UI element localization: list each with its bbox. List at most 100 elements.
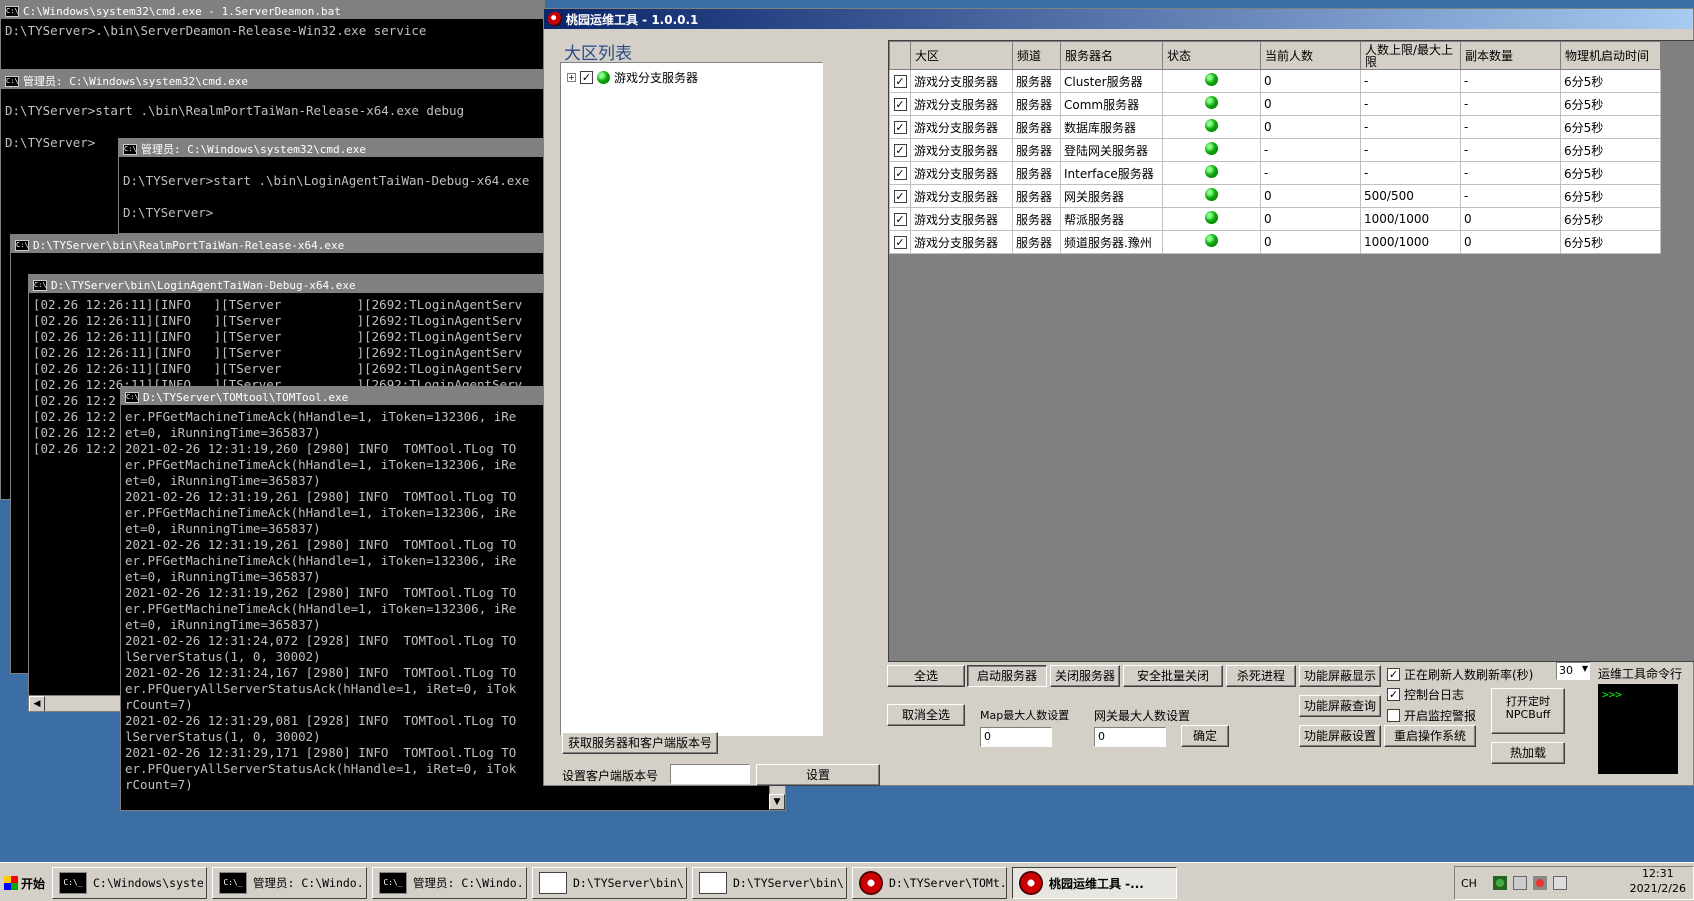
row-checkbox[interactable]: ✓ [889,184,911,208]
column-header[interactable]: 频道 [1012,41,1061,70]
column-header[interactable]: 当前人数 [1260,41,1361,70]
taskbar-item-cmd-1[interactable]: C:\_ C:\Windows\syste... [52,867,207,899]
confirm-button[interactable]: 确定 [1181,725,1229,747]
row-checkbox[interactable]: ✓ [889,230,911,254]
refresh-checkbox[interactable]: ✓ [1387,668,1400,681]
checkbox-icon[interactable]: ✓ [893,75,907,88]
cmd-window-1[interactable]: C:\ C:\Windows\system32\cmd.exe - 1.Serve… [0,0,545,70]
expand-icon[interactable]: + [567,73,576,82]
refresh-count-option[interactable]: ✓ 正在刷新人数刷新率(秒) [1387,666,1533,683]
chevron-down-icon[interactable]: ▼ [1582,664,1588,673]
scroll-down-icon[interactable]: ▼ [769,794,785,810]
cmd-window-5-titlebar[interactable]: C:\ D:\TYServer\bin\LoginAgentTaiWan-Debu… [29,275,544,293]
column-header[interactable]: 状态 [1162,41,1261,70]
row-checkbox[interactable]: ✓ [889,207,911,231]
channel-cell: 服务器 [1012,92,1061,116]
hot-load-button[interactable]: 热加载 [1491,742,1565,764]
tree-checkbox[interactable]: ✓ [580,71,593,84]
taskbar-item-realmport[interactable]: D:\TYServer\bin\... [532,867,687,899]
taskbar-item-cmd-2[interactable]: C:\_ 管理员: C:\Windo... [212,867,367,899]
taskbar-item-loginagent[interactable]: D:\TYServer\bin\... [692,867,847,899]
open-timer-npcbuff-button[interactable]: 打开定时 NPCBuff [1491,688,1565,734]
row-checkbox[interactable]: ✓ [889,161,911,185]
cmd-window-2-titlebar[interactable]: C:\ 管理员: C:\Windows\system32\cmd.exe [1,71,544,89]
start-server-button[interactable]: 启动服务器 [967,665,1047,687]
uptime-cell: 6分5秒 [1560,184,1661,208]
row-checkbox[interactable]: ✓ [889,115,911,139]
channel-cell: 服务器 [1012,115,1061,139]
checkbox-icon[interactable]: ✓ [893,190,907,203]
map-max-input[interactable]: 0 [980,727,1052,747]
column-header[interactable]: 副本数量 [1460,41,1561,70]
start-button[interactable]: 开始 [2,869,50,897]
restart-os-button[interactable]: 重启操作系统 [1384,725,1476,747]
column-header[interactable]: 大区 [910,41,1013,70]
table-row[interactable]: ✓ 游戏分支服务器 服务器 网关服务器 0 500/500-6分5秒 [889,184,1661,208]
checkbox-icon[interactable]: ✓ [893,121,907,134]
get-version-button[interactable]: 获取服务器和客户端版本号 [562,732,718,754]
checkbox-icon[interactable]: ✓ [893,98,907,111]
set-button[interactable]: 设置 [756,764,880,786]
clock[interactable]: 12:31 2021/2/26 [1630,866,1686,896]
column-header[interactable]: 物理机启动时间 [1560,41,1661,70]
limit-cell: - [1360,92,1461,116]
stop-server-button[interactable]: 关闭服务器 [1050,665,1120,687]
ops-tool-window[interactable]: 桃园运维工具 - 1.0.0.1 大区列表 + ✓ 游戏分支服务器 获取服务器和… [543,8,1694,786]
row-checkbox[interactable]: ✓ [889,69,911,93]
server-table[interactable]: 大区 频道 服务器名 状态 当前人数 人数上限/最大上限 副本数量 物理机启动时… [888,40,1694,662]
taskbar-item-cmd-3[interactable]: C:\_ 管理员: C:\Windo... [372,867,527,899]
feature-block-show-button[interactable]: 功能屏蔽显示 [1299,665,1381,687]
table-header: 大区 频道 服务器名 状态 当前人数 人数上限/最大上限 副本数量 物理机启动时… [889,41,1661,70]
network-icon[interactable] [1492,876,1507,890]
kill-process-button[interactable]: 杀死进程 [1226,665,1296,687]
server-name-cell: 数据库服务器 [1060,115,1163,139]
window-title: 桃园运维工具 - 1.0.0.1 [566,12,699,27]
tree-item[interactable]: + ✓ 游戏分支服务器 [567,69,698,86]
refresh-rate-select[interactable]: 30 ▼ [1556,662,1590,680]
column-header[interactable]: 人数上限/最大上限 [1360,41,1461,70]
feature-block-set-button[interactable]: 功能屏蔽设置 [1299,725,1381,747]
cmd-window-3-titlebar[interactable]: C:\ 管理员: C:\Windows\system32\cmd.exe [119,139,544,157]
feature-block-query-button[interactable]: 功能屏蔽查询 [1299,695,1381,717]
console-log-option[interactable]: ✓ 控制台日志 [1387,686,1464,703]
scroll-left-icon[interactable]: ◀ [29,696,45,711]
cmd-window-3[interactable]: C:\ 管理员: C:\Windows\system32\cmd.exe D:\T… [118,138,545,234]
checkbox-icon[interactable]: ✓ [893,236,907,249]
taskbar-item-ops-tool[interactable]: 桃园运维工具 -... [1012,867,1177,899]
cmd-window-1-titlebar[interactable]: C:\ C:\Windows\system32\cmd.exe - 1.Serve… [1,1,544,19]
table-row[interactable]: ✓ 游戏分支服务器 服务器 Interface服务器 - - -6分5秒 [889,161,1661,185]
taskbar-item-tomtool[interactable]: D:\TYServer\TOMt... [852,867,1007,899]
select-all-button[interactable]: 全选 [887,665,965,687]
column-header[interactable]: 服务器名 [1060,41,1163,70]
table-row[interactable]: ✓ 游戏分支服务器 服务器 频道服务器.豫州 0 1000/1000 0 6分5秒 [889,230,1661,254]
ops-console[interactable]: >>> [1598,684,1678,774]
cancel-select-all-button[interactable]: 取消全选 [887,704,965,726]
checkbox-icon[interactable]: ✓ [893,144,907,157]
copies-cell: 0 [1460,230,1561,254]
windows-logo-icon [4,876,18,890]
safe-batch-close-button[interactable]: 安全批量关闭 [1123,665,1223,687]
table-row[interactable]: ✓ 游戏分支服务器 服务器 帮派服务器 0 1000/1000 0 6分5秒 [889,207,1661,231]
table-row[interactable]: ✓ 游戏分支服务器 服务器 Comm服务器 0- -6分5秒 [889,92,1661,116]
monitor-alarm-option[interactable]: 开启监控警报 [1387,707,1476,724]
console-log-checkbox[interactable]: ✓ [1387,688,1400,701]
cmd-window-4-titlebar[interactable]: C:\ D:\TYServer\bin\RealmPortTaiWan-Relea… [11,235,544,253]
warning-icon[interactable] [1532,876,1547,890]
gateway-max-input[interactable]: 0 [1094,727,1166,747]
table-row[interactable]: ✓ 游戏分支服务器 服务器 数据库服务器 0- -6分5秒 [889,115,1661,139]
tray-app-icon[interactable] [1512,876,1527,890]
row-checkbox[interactable]: ✓ [889,92,911,116]
row-checkbox[interactable]: ✓ [889,138,911,162]
open-timer-line2: NPCBuff [1505,708,1551,721]
cmd-icon: C:\_ [59,872,87,894]
region-tree[interactable]: + ✓ 游戏分支服务器 [560,62,823,736]
ops-tool-titlebar[interactable]: 桃园运维工具 - 1.0.0.1 [544,9,1693,29]
client-version-input[interactable] [670,764,750,784]
checkbox-icon[interactable]: ✓ [893,213,907,226]
monitor-alarm-checkbox[interactable] [1387,709,1400,722]
checkbox-icon[interactable]: ✓ [893,167,907,180]
table-row[interactable]: ✓ 游戏分支服务器 服务器 登陆网关服务器 - - -6分5秒 [889,138,1661,162]
table-row[interactable]: ✓ 游戏分支服务器 服务器 Cluster服务器 0- -6分5秒 [889,69,1661,93]
volume-icon[interactable] [1552,876,1567,890]
language-indicator[interactable]: CH [1461,877,1477,890]
